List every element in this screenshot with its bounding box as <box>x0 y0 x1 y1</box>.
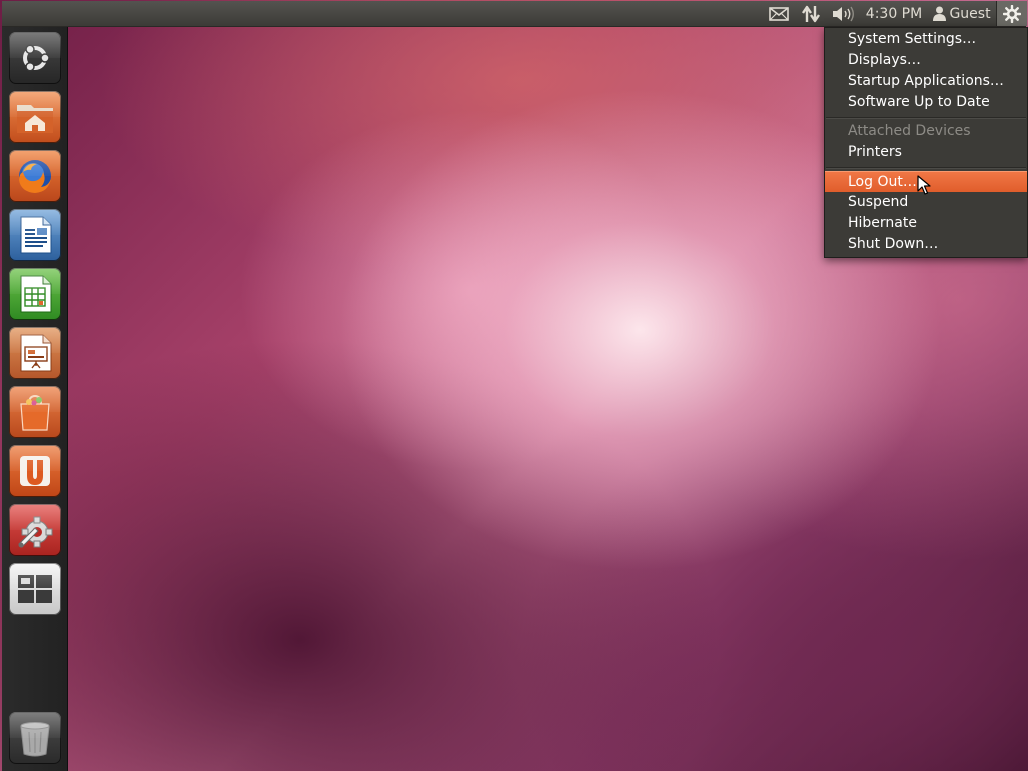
impress-icon <box>20 334 52 372</box>
launcher <box>2 27 68 771</box>
launcher-trash[interactable] <box>9 712 61 764</box>
shopping-bag-icon <box>20 394 50 431</box>
menu-item-attached-devices: Attached Devices <box>848 123 971 139</box>
network-icon <box>802 5 820 22</box>
launcher-home-folder[interactable] <box>9 91 61 143</box>
user-icon <box>933 6 947 21</box>
launcher-firefox[interactable] <box>9 150 61 202</box>
menu-item-displays[interactable]: Displays… <box>825 50 1027 71</box>
messaging-indicator[interactable] <box>764 1 794 26</box>
top-panel: 4:30 PM Guest <box>2 1 1027 27</box>
trash-icon <box>20 722 50 757</box>
firefox-icon <box>19 160 51 193</box>
menu-item-suspend[interactable]: Suspend <box>825 192 1027 213</box>
launcher-ubuntu-one[interactable] <box>9 445 61 497</box>
user-name-label: Guest <box>949 5 991 22</box>
gear-icon <box>1003 4 1021 23</box>
volume-icon <box>833 6 854 21</box>
home-folder-icon <box>17 105 53 133</box>
clock-indicator[interactable]: 4:30 PM <box>862 1 926 26</box>
ubuntu-one-icon <box>20 456 50 486</box>
menu-item-startup-applications[interactable]: Startup Applications… <box>825 71 1027 92</box>
ubuntu-logo-icon <box>23 44 50 72</box>
menu-item-hibernate[interactable]: Hibernate <box>825 213 1027 234</box>
launcher-impress[interactable] <box>9 327 61 379</box>
launcher-workspace-switcher[interactable] <box>9 563 61 615</box>
menu-item-printers[interactable]: Printers <box>825 142 1027 163</box>
network-indicator[interactable] <box>797 1 825 26</box>
launcher-writer[interactable] <box>9 209 61 261</box>
launcher-dash-home[interactable] <box>9 32 61 84</box>
calc-icon <box>20 275 52 313</box>
menu-item-system-settings[interactable]: System Settings… <box>825 29 1027 50</box>
menu-separator <box>826 117 1026 119</box>
user-indicator[interactable]: Guest <box>930 1 994 26</box>
clock-label: 4:30 PM <box>865 5 923 22</box>
sound-indicator[interactable] <box>828 1 858 26</box>
launcher-system-settings[interactable] <box>9 504 61 556</box>
mail-icon <box>769 6 789 21</box>
launcher-software-center[interactable] <box>9 386 61 438</box>
workspaces-icon <box>18 575 52 603</box>
menu-separator <box>826 167 1026 169</box>
desktop[interactable]: 4:30 PM Guest System Settings… Displays…… <box>0 0 1028 771</box>
session-menu: System Settings… Displays… Startup Appli… <box>824 27 1028 258</box>
mouse-cursor-icon <box>917 175 931 195</box>
session-indicator[interactable] <box>996 1 1027 26</box>
menu-item-software-up-to-date[interactable]: Software Up to Date <box>825 92 1027 113</box>
writer-icon <box>20 216 52 254</box>
launcher-calc[interactable] <box>9 268 61 320</box>
settings-wrench-icon <box>18 516 53 548</box>
menu-item-shut-down[interactable]: Shut Down… <box>825 234 1027 255</box>
